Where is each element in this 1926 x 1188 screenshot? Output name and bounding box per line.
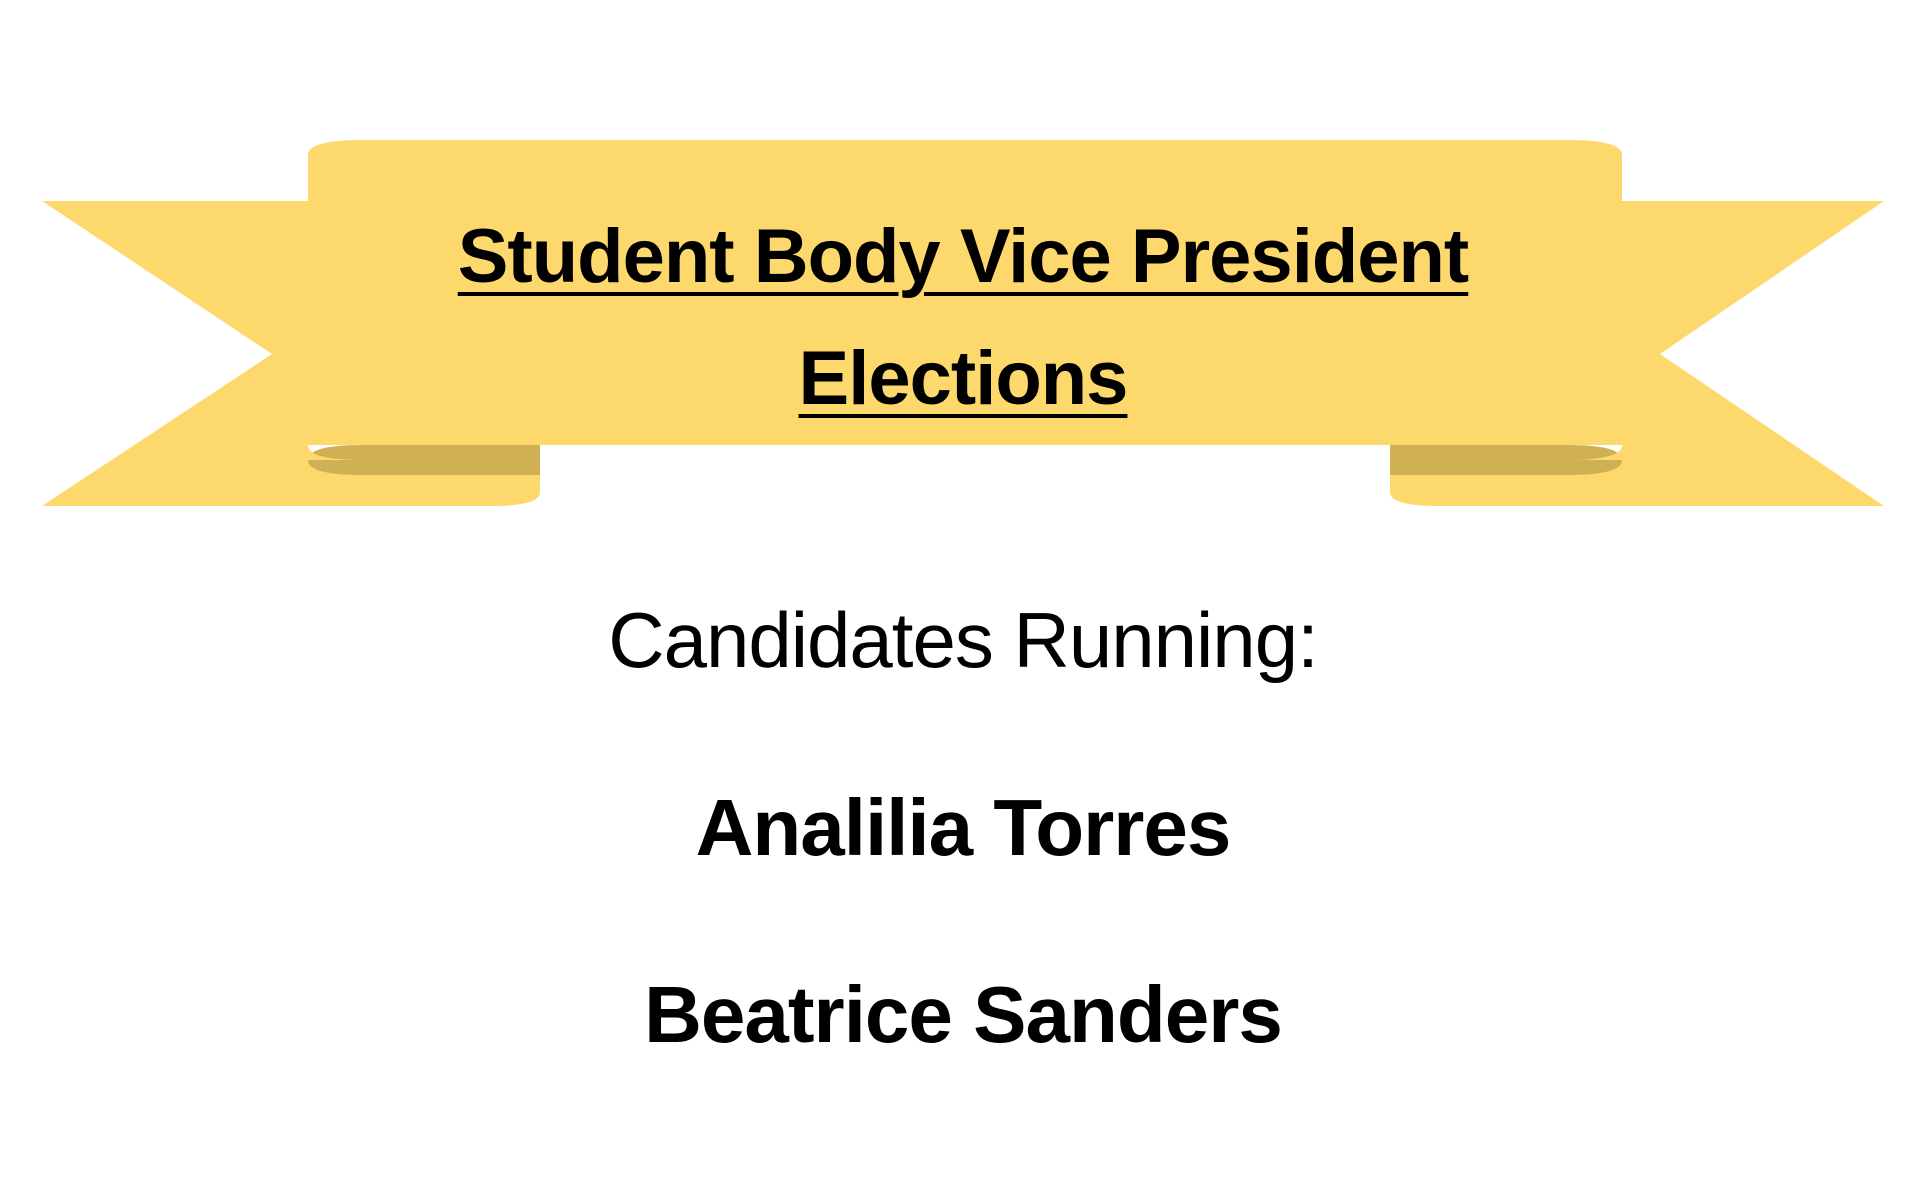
title-line-2-text: Elections <box>798 336 1129 421</box>
title-line-2: Elections <box>313 318 1613 440</box>
ribbon-right-tail <box>1622 201 1884 506</box>
page-title: Student Body Vice President Elections <box>313 196 1613 440</box>
election-flyer: Student Body Vice President Elections Ca… <box>0 0 1926 1188</box>
candidate-name: Beatrice Sanders <box>644 970 1283 1059</box>
candidate-name: Analilia Torres <box>695 783 1232 872</box>
candidates-heading: Candidates Running: <box>608 596 1319 684</box>
title-line-1: Student Body Vice President <box>313 196 1613 318</box>
title-line-1-text: Student Body Vice President <box>457 214 1470 299</box>
ribbon-left-tail <box>42 201 308 506</box>
